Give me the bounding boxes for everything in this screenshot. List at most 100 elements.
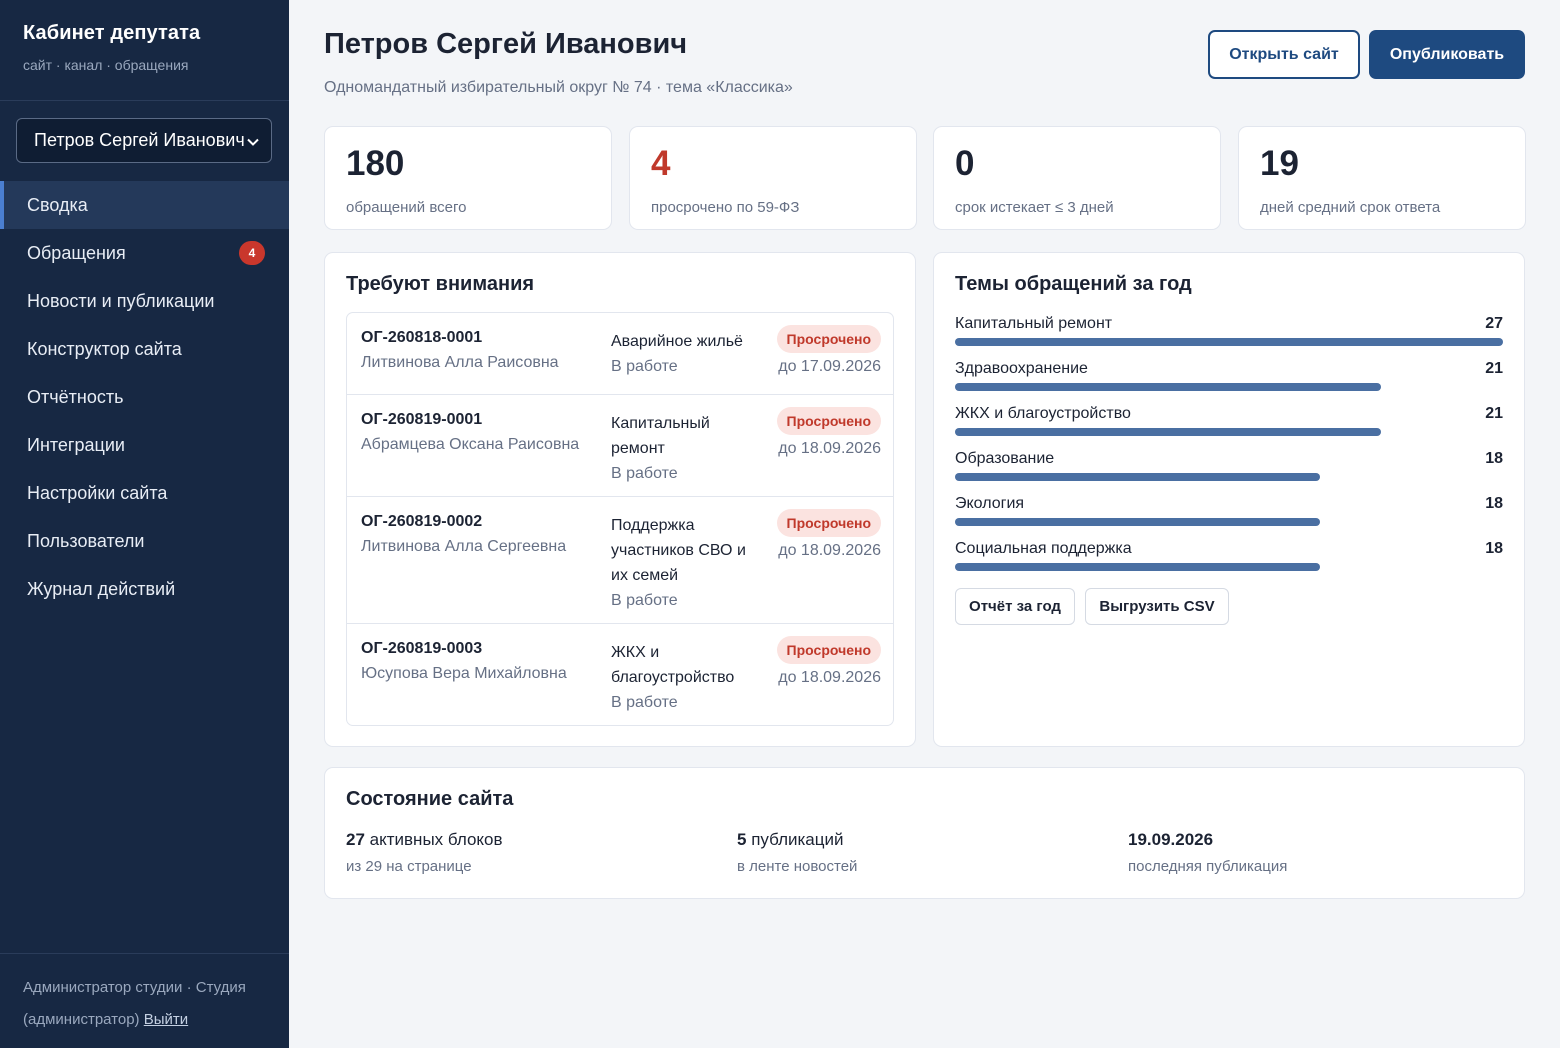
sidebar-nav: Сводка Обращения 4 Новости и публикации К…: [0, 181, 289, 613]
topics-title: Темы обращений за год: [955, 273, 1192, 295]
appeals-count-badge: 4: [239, 241, 265, 265]
list-item[interactable]: ОГ-260818-0001 Литвинова Алла Раисовна А…: [347, 313, 893, 395]
site-blocks-stat: 27 активных блоков из 29 на странице: [346, 830, 503, 875]
sidebar-item-site-settings[interactable]: Настройки сайта: [0, 469, 289, 517]
appeal-id: ОГ-260819-0001: [361, 411, 483, 428]
site-last-pub-main: 19.09.2026: [1128, 830, 1287, 850]
sidebar-item-summary[interactable]: Сводка: [0, 181, 289, 229]
site-pubs-main: 5 публикаций: [737, 830, 857, 850]
appeal-topic-text: Аварийное жильё: [611, 333, 743, 350]
topic-count: 27: [1485, 315, 1503, 332]
topic-label: Образование: [955, 450, 1055, 467]
stat-label: обращений всего: [346, 199, 467, 216]
sidebar-item-label: Журнал действий: [27, 578, 176, 599]
site-last-pub-sub: последняя публикация: [1128, 858, 1288, 875]
sidebar-item-site-builder[interactable]: Конструктор сайта: [0, 325, 289, 373]
appeal-status: В работе: [611, 358, 678, 375]
publish-button[interactable]: Опубликовать: [1369, 30, 1525, 79]
appeal-topic: Капитальный ремонт В работе: [611, 411, 753, 486]
sidebar-item-label: Настройки сайта: [27, 482, 168, 503]
open-site-button[interactable]: Открыть сайт: [1208, 30, 1360, 79]
current-user-text: Администратор студии · Студия (администр…: [23, 979, 246, 1028]
sidebar-item-label: Интеграции: [27, 434, 125, 455]
appeal-topic-text: Поддержка участников СВО и их семей: [611, 517, 746, 584]
topic-row: Экология 18: [955, 495, 1503, 533]
topic-count: 18: [1485, 540, 1503, 557]
appeal-due-date: до 18.09.2026: [778, 669, 881, 686]
sidebar-item-label: Пользователи: [27, 530, 145, 551]
topic-label: Экология: [955, 495, 1025, 512]
topic-row: Капитальный ремонт 27: [955, 315, 1503, 353]
appeal-status: В работе: [611, 465, 678, 482]
sidebar-item-label: Отчётность: [27, 386, 124, 407]
sidebar-item-appeals[interactable]: Обращения 4: [0, 229, 289, 277]
topic-label: ЖКХ и благоустройство: [955, 405, 1131, 422]
site-pubs-value: 5: [737, 830, 747, 849]
sidebar-item-integrations[interactable]: Интеграции: [0, 421, 289, 469]
deputy-selector-value: Петров Сергей Иванович: [34, 130, 245, 150]
site-state-title: Состояние сайта: [346, 788, 514, 810]
stat-card-overdue: 4 просрочено по 59-ФЗ: [629, 126, 917, 230]
appeal-due-date: до 18.09.2026: [778, 542, 881, 559]
sidebar-item-reports[interactable]: Отчётность: [0, 373, 289, 421]
stat-label: просрочено по 59-ФЗ: [651, 199, 800, 216]
attention-list: ОГ-260818-0001 Литвинова Алла Раисовна А…: [346, 312, 894, 726]
site-pubs-stat: 5 публикаций в ленте новостей: [737, 830, 857, 875]
list-item[interactable]: ОГ-260819-0001 Абрамцева Оксана Раисовна…: [347, 395, 893, 497]
stat-card-expiring: 0 срок истекает ≤ 3 дней: [933, 126, 1221, 230]
logout-link[interactable]: Выйти: [144, 1011, 188, 1028]
topic-row: ЖКХ и благоустройство 21: [955, 405, 1503, 443]
sidebar-item-news[interactable]: Новости и публикации: [0, 277, 289, 325]
appeal-status: В работе: [611, 592, 678, 609]
attention-panel: Требуют внимания ОГ-260818-0001 Литвинов…: [324, 252, 916, 747]
attention-title: Требуют внимания: [346, 273, 535, 295]
appeal-topic-text: Капитальный ремонт: [611, 415, 710, 457]
topic-row: Образование 18: [955, 450, 1503, 488]
sidebar-item-label: Сводка: [27, 194, 88, 215]
appeal-status: В работе: [611, 694, 678, 711]
topic-count: 18: [1485, 495, 1503, 512]
site-last-pub-stat: 19.09.2026 последняя публикация: [1128, 830, 1287, 875]
site-blocks-text: активных блоков: [369, 830, 503, 849]
topic-row: Социальная поддержка 18: [955, 540, 1503, 578]
sidebar-footer: Администратор студии · Студия (администр…: [0, 953, 289, 1048]
stat-value: 4: [651, 144, 671, 183]
list-item[interactable]: ОГ-260819-0003 Юсупова Вера Михайловна Ж…: [347, 624, 893, 725]
list-item[interactable]: ОГ-260819-0002 Литвинова Алла Сергеевна …: [347, 497, 893, 624]
appeal-topic-text: ЖКХ и благоустройство: [611, 644, 735, 686]
stat-card-total: 180 обращений всего: [324, 126, 612, 230]
site-blocks-sub: из 29 на странице: [346, 858, 472, 875]
deputy-selector[interactable]: Петров Сергей Иванович: [16, 118, 272, 163]
appeal-id: ОГ-260819-0002: [361, 513, 483, 530]
page-title: Петров Сергей Иванович: [324, 28, 688, 60]
sidebar-item-label: Конструктор сайта: [27, 338, 182, 359]
topic-count: 21: [1485, 360, 1503, 377]
stat-card-avg-days: 19 дней средний срок ответа: [1238, 126, 1526, 230]
appeal-id: ОГ-260819-0003: [361, 640, 483, 657]
yearly-report-button[interactable]: Отчёт за год: [955, 588, 1075, 625]
topic-bar: [955, 383, 1381, 391]
sidebar-item-users[interactable]: Пользователи: [0, 517, 289, 565]
brand-subtitle: сайт · канал · обращения: [23, 57, 189, 73]
chevron-down-icon: [247, 133, 259, 149]
sidebar-item-activity-log[interactable]: Журнал действий: [0, 565, 289, 613]
topic-bar: [955, 518, 1320, 526]
status-badge: Просрочено: [776, 325, 881, 353]
export-csv-button[interactable]: Выгрузить CSV: [1085, 588, 1229, 625]
appeal-topic: Поддержка участников СВО и их семей В раб…: [611, 513, 753, 613]
topic-bar: [955, 473, 1320, 481]
appeal-due-date: до 18.09.2026: [778, 440, 881, 457]
appeal-topic: Аварийное жильё В работе: [611, 329, 753, 379]
appeal-author: Юсупова Вера Михайловна: [361, 665, 567, 682]
site-blocks-value: 27: [346, 830, 365, 849]
sidebar-item-label: Обращения: [27, 242, 126, 263]
topic-label: Здравоохранение: [955, 360, 1088, 377]
status-badge: Просрочено: [776, 407, 881, 435]
topic-count: 21: [1485, 405, 1503, 422]
topic-bar: [955, 428, 1381, 436]
brand: Кабинет депутата сайт · канал · обращени…: [0, 0, 289, 101]
site-pubs-sub: в ленте новостей: [737, 858, 858, 875]
topic-label: Капитальный ремонт: [955, 315, 1113, 332]
brand-title: Кабинет депутата: [23, 22, 201, 44]
stat-label: срок истекает ≤ 3 дней: [955, 199, 1114, 216]
